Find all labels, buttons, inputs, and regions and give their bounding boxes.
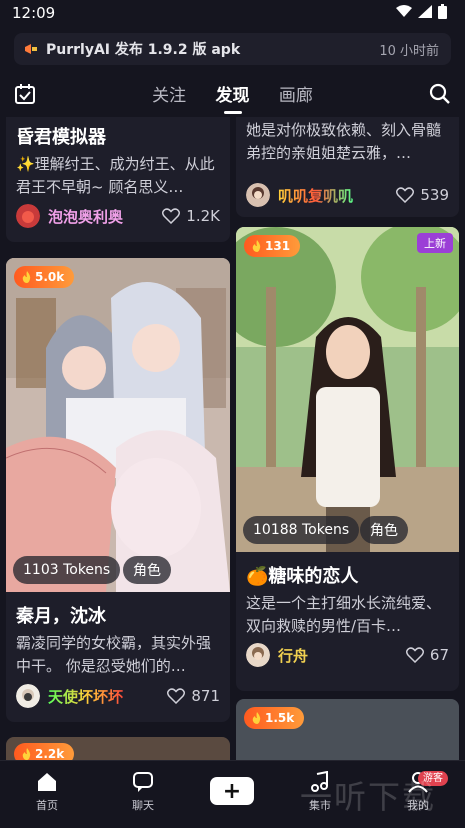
nav-chat[interactable]: 聊天 (113, 771, 173, 813)
wifi-icon (396, 5, 412, 17)
avatar[interactable] (246, 183, 270, 207)
character-card[interactable]: 昏君模拟器 ✨理解纣王、成为纣王、从此君王不早朝~ 顾名思义… 泡泡奥利奥 1.… (6, 117, 230, 242)
card-image: 1.5k (236, 699, 459, 760)
popularity-badge: 2.2k (14, 743, 75, 760)
nav-home-label: 首页 (36, 799, 58, 812)
announcement-time: 10 小时前 (379, 43, 439, 59)
heart-icon (162, 208, 181, 224)
popularity-count: 131 (265, 239, 291, 253)
flame-icon (252, 712, 261, 724)
tab-discover[interactable]: 发现 (216, 81, 250, 114)
role-pill: 角色 (123, 556, 171, 584)
like-button[interactable]: 67 (405, 646, 449, 664)
card-author[interactable]: 行舟 (278, 645, 308, 666)
signal-icon (418, 5, 432, 18)
card-title: 🍊糖味的恋人 (246, 566, 359, 587)
like-count: 67 (429, 646, 449, 664)
heart-icon (396, 187, 415, 203)
popularity-badge: 131 (244, 235, 301, 257)
character-card[interactable]: 她是对你极致依赖、刻入骨髓弟控的亲姐姐楚云雅，… 叽叽复叽叽 539 (236, 117, 459, 217)
top-navigation: 关注 发现 画廊 (0, 77, 465, 117)
card-description: 她是对你极致依赖、刻入骨髓弟控的亲姐姐楚云雅，… (246, 121, 442, 162)
flame-icon (252, 240, 261, 252)
card-title: 昏君模拟器 (16, 127, 106, 148)
heart-icon (405, 647, 424, 663)
search-icon[interactable] (429, 83, 451, 105)
character-illustration (236, 227, 459, 552)
card-author[interactable]: 泡泡奥利奥 (48, 206, 123, 227)
character-card[interactable]: 5.0k 1103 Tokens 角色 秦月，沈冰 霸凌同学的女校霸，其实外强中… (6, 258, 230, 722)
card-image: 2.2k (6, 737, 230, 760)
tab-following[interactable]: 关注 (152, 81, 186, 106)
nav-chat-label: 聊天 (132, 799, 154, 812)
popularity-badge: 5.0k (14, 266, 75, 288)
flame-icon (22, 748, 31, 760)
card-title: 秦月，沈冰 (16, 606, 106, 627)
like-button[interactable]: 539 (396, 186, 449, 204)
status-icons (396, 4, 447, 19)
avatar[interactable] (246, 643, 270, 667)
avatar[interactable] (16, 204, 40, 228)
announcement-bar[interactable]: PurrlyAI 发布 1.9.2 版 apk 10 小时前 (14, 33, 451, 65)
card-description: 这是一个主打细水长流纯爱、双向救赎的男性/百卡… (246, 594, 442, 635)
nav-home[interactable]: 首页 (17, 771, 77, 813)
character-card[interactable]: 131 上新 10188 Tokens 角色 🍊糖味的恋人 这是一个主打细水长流… (236, 227, 459, 691)
like-button[interactable]: 1.2K (162, 207, 220, 225)
character-card[interactable]: 1.5k (236, 699, 459, 760)
discover-feed: 昏君模拟器 ✨理解纣王、成为纣王、从此君王不早朝~ 顾名思义… 泡泡奥利奥 1.… (0, 117, 465, 760)
popularity-badge: 1.5k (244, 707, 305, 729)
card-meta: 泡泡奥利奥 1.2K (16, 204, 220, 228)
card-description: 霸凌同学的女校霸，其实外强中干。 你是忍受她们的… (16, 634, 212, 675)
battery-icon (438, 4, 447, 19)
like-count: 539 (420, 186, 449, 204)
card-author[interactable]: 叽叽复叽叽 (278, 185, 353, 206)
card-meta: 天使坏坏坏 871 (16, 684, 220, 708)
avatar[interactable] (16, 684, 40, 708)
popularity-count: 5.0k (35, 270, 65, 284)
status-bar: 12:09 (0, 0, 465, 26)
popularity-count: 2.2k (35, 747, 65, 760)
create-button[interactable]: + (210, 777, 254, 805)
like-count: 871 (191, 687, 220, 705)
character-illustration (6, 258, 230, 592)
like-button[interactable]: 871 (167, 687, 220, 705)
tab-gallery[interactable]: 画廊 (279, 81, 313, 106)
like-count: 1.2K (186, 207, 220, 225)
character-card[interactable]: 2.2k (6, 737, 230, 760)
feed-tabs: 关注 发现 画廊 (0, 81, 465, 114)
heart-icon (167, 688, 186, 704)
chat-icon (133, 772, 153, 792)
status-time: 12:09 (12, 4, 56, 22)
popularity-count: 1.5k (265, 711, 295, 725)
card-meta: 行舟 67 (246, 643, 449, 667)
watermark: 一听下载 (300, 778, 437, 816)
flame-icon (22, 271, 31, 283)
card-author[interactable]: 天使坏坏坏 (48, 686, 123, 707)
card-meta: 叽叽复叽叽 539 (246, 183, 449, 207)
home-icon (38, 773, 56, 791)
megaphone-icon (25, 44, 37, 54)
new-badge: 上新 (417, 233, 453, 253)
token-count-pill: 1103 Tokens (13, 556, 121, 584)
card-description: ✨理解纣王、成为纣王、从此君王不早朝~ 顾名思义… (16, 155, 215, 196)
role-pill: 角色 (360, 516, 408, 544)
announcement-text: PurrlyAI 发布 1.9.2 版 apk (46, 42, 241, 58)
card-image: 5.0k 1103 Tokens 角色 (6, 258, 230, 592)
token-count-pill: 10188 Tokens (243, 516, 360, 544)
card-image: 131 上新 10188 Tokens 角色 (236, 227, 459, 552)
